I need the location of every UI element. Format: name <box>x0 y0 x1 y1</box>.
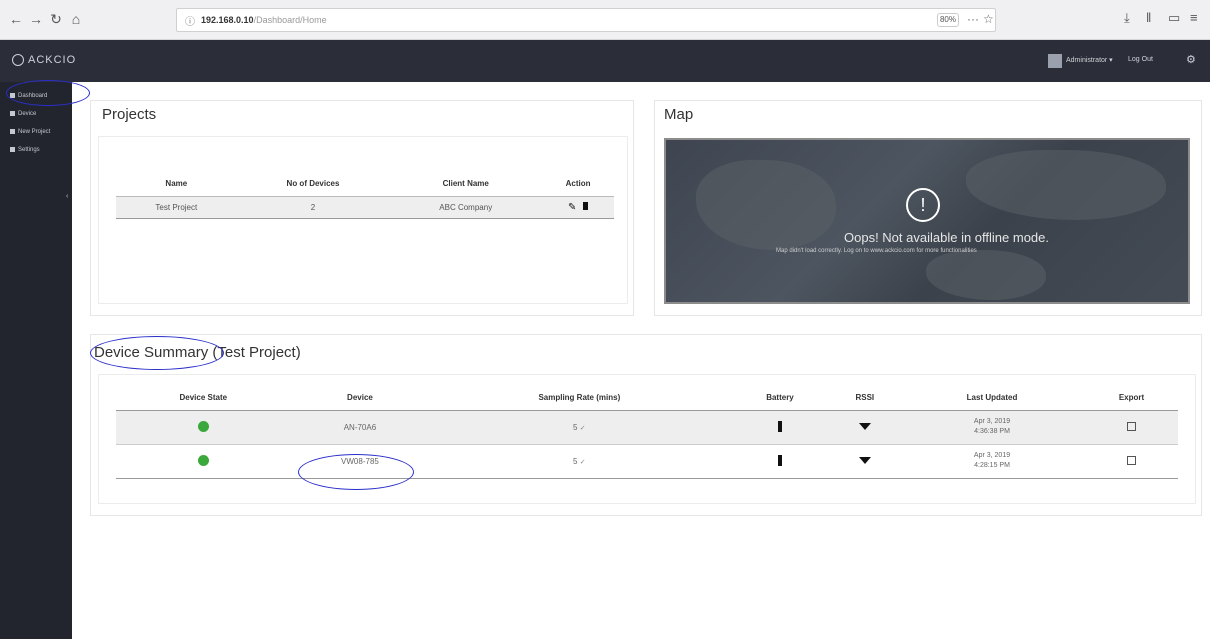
downloads-icon[interactable]: ⤓ <box>1124 10 1130 26</box>
projects-inner <box>98 136 628 304</box>
status-ok-icon <box>197 420 209 432</box>
warning-icon: ! <box>906 188 940 222</box>
battery-icon <box>777 454 782 466</box>
app-header: ACKCIO Administrator ▾ Log Out ⚙ <box>0 40 1210 82</box>
battery <box>729 444 831 479</box>
avatar[interactable] <box>1048 54 1062 68</box>
address-bar[interactable]: ⓘ 192.168.0.10/Dashboard/Home 80% ··· ☆ <box>176 8 996 32</box>
last-updated: Apr 3, 2019 4:36:38 PM <box>899 410 1085 445</box>
dashboard-icon <box>10 93 15 98</box>
table-row[interactable]: Test Project 2 ABC Company ✎ <box>116 196 614 218</box>
bookmark-star-icon[interactable]: ☆ <box>983 12 994 26</box>
table-header-row: Name No of Devices Client Name Action <box>116 172 614 196</box>
device-state <box>116 444 291 479</box>
device-icon <box>10 111 15 116</box>
edit-pencil-icon[interactable]: ✓ <box>580 425 586 432</box>
map-landmass <box>966 150 1166 220</box>
map-landmass <box>926 250 1046 300</box>
rssi <box>830 444 900 479</box>
forward-icon[interactable]: → <box>26 9 46 29</box>
edit-icon[interactable]: ✎ <box>568 202 576 213</box>
sampling-rate[interactable]: 5 ✓ <box>429 410 730 445</box>
home-icon[interactable]: ⌂ <box>66 9 86 29</box>
signal-icon <box>858 422 871 430</box>
delete-icon[interactable] <box>583 201 589 210</box>
sidebar: Dashboard Device ‹ New Project Settings <box>0 82 72 639</box>
map-landmass <box>696 160 836 250</box>
edit-pencil-icon[interactable]: ✓ <box>580 459 586 466</box>
sidebar-item-settings[interactable]: Settings <box>10 147 40 153</box>
project-actions: ✎ <box>542 196 614 218</box>
column-header: RSSI <box>830 386 900 411</box>
export-icon[interactable] <box>1126 421 1136 431</box>
reload-icon[interactable]: ↻ <box>46 9 66 29</box>
project-device-count: 2 <box>236 196 390 218</box>
menu-icon[interactable]: ≡ <box>1190 10 1198 25</box>
device-table: Device State Device Sampling Rate (mins)… <box>116 386 1178 479</box>
map-offline-message: Oops! Not available in offline mode. <box>844 230 1049 245</box>
table-header-row: Device State Device Sampling Rate (mins)… <box>116 386 1178 411</box>
admin-menu[interactable]: Administrator ▾ <box>1066 56 1113 64</box>
sidebar-item-dashboard[interactable]: Dashboard <box>10 93 47 99</box>
export-cell <box>1084 410 1178 445</box>
export-icon[interactable] <box>1126 455 1136 465</box>
info-icon[interactable]: ⓘ <box>185 13 195 28</box>
project-name[interactable]: Test Project <box>116 196 237 218</box>
status-ok-icon <box>197 454 209 466</box>
logout-link[interactable]: Log Out <box>1128 56 1153 63</box>
projects-table: Name No of Devices Client Name Action Te… <box>116 172 614 219</box>
table-row[interactable]: VW08-785 5 ✓ Apr 3, 2019 4:28:15 PM <box>116 444 1178 479</box>
column-header: No of Devices <box>286 179 340 189</box>
table-row[interactable]: AN-70A6 5 ✓ Apr 3, 2019 4:36:38 PM <box>116 410 1178 445</box>
device-summary-title: Device Summary (Test Project) <box>94 344 301 361</box>
map-offline-submessage: Map didn't load correctly. Log on to www… <box>776 248 977 254</box>
column-header: Name <box>165 179 188 189</box>
new-project-icon <box>10 129 15 134</box>
sidebar-item-new-project[interactable]: New Project <box>10 129 50 135</box>
export-cell <box>1084 444 1178 479</box>
projects-title: Projects <box>102 106 157 123</box>
column-header: Client Name <box>442 179 489 189</box>
column-header: Last Updated <box>899 386 1085 411</box>
back-icon[interactable]: ← <box>6 9 26 29</box>
gear-icon[interactable]: ⚙ <box>1186 53 1196 66</box>
map-view[interactable]: ! Oops! Not available in offline mode. M… <box>664 138 1190 304</box>
zoom-level[interactable]: 80% <box>937 13 959 27</box>
map-title: Map <box>664 106 694 123</box>
sidebar-item-device[interactable]: Device <box>10 111 36 117</box>
chevron-right-icon[interactable]: ‹ <box>66 193 68 200</box>
column-header: Battery <box>729 386 831 411</box>
project-client: ABC Company <box>389 196 543 218</box>
battery <box>729 410 831 445</box>
browser-toolbar: ← → ↻ ⌂ ⓘ 192.168.0.10/Dashboard/Home 80… <box>0 0 1210 40</box>
device-id[interactable]: AN-70A6 <box>290 410 430 445</box>
column-header: Action <box>565 179 591 189</box>
last-updated: Apr 3, 2019 4:28:15 PM <box>899 444 1085 479</box>
sidebar-toggle-icon[interactable]: ▭ <box>1168 10 1180 26</box>
page-actions-icon[interactable]: ··· <box>967 12 979 26</box>
rssi <box>830 410 900 445</box>
column-header: Sampling Rate (mins) <box>429 386 730 411</box>
column-header: Device <box>290 386 430 411</box>
brand-logo-icon <box>12 54 24 67</box>
device-state <box>116 410 291 445</box>
library-icon[interactable]: ‖ <box>1146 10 1151 25</box>
url-text: 192.168.0.10/Dashboard/Home <box>201 15 327 25</box>
battery-icon <box>777 420 782 432</box>
brand[interactable]: ACKCIO <box>12 54 76 67</box>
signal-icon <box>858 456 871 464</box>
column-header: Device State <box>116 386 291 411</box>
column-header: Export <box>1084 386 1178 411</box>
settings-icon <box>10 147 15 152</box>
device-id[interactable]: VW08-785 <box>290 444 430 479</box>
sampling-rate[interactable]: 5 ✓ <box>429 444 730 479</box>
